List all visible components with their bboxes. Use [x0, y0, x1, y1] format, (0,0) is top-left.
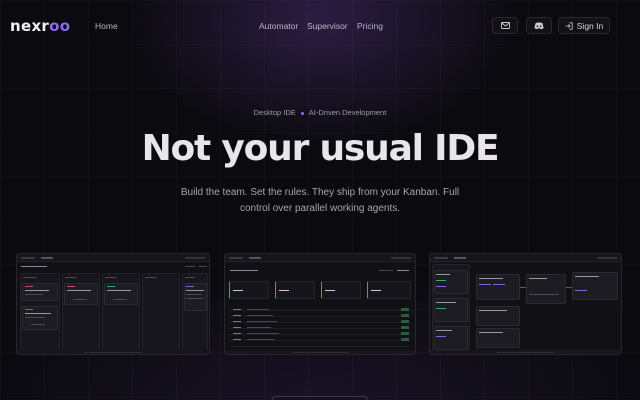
nav-link-home[interactable]: Home: [95, 21, 118, 31]
live-monitor-screenshot: [224, 253, 416, 355]
top-navigation: nexroo Home Automator Supervisor Pricing…: [0, 8, 640, 44]
flow-node: [476, 328, 520, 348]
sign-in-button[interactable]: Sign In: [558, 17, 610, 34]
logo-text: nexr: [10, 17, 50, 35]
discord-icon: [534, 22, 544, 29]
badge-ai-driven: AI-Driven Development: [308, 108, 387, 117]
nav-link-supervisor[interactable]: Supervisor: [307, 21, 348, 31]
task-card: [184, 283, 207, 311]
window-titlebar: [225, 254, 415, 262]
window-titlebar: [430, 254, 621, 262]
mail-button[interactable]: [492, 17, 518, 34]
kanban-column: [142, 273, 180, 351]
supervisor-screenshot: [429, 253, 622, 355]
cta-button-partial[interactable]: [272, 396, 368, 400]
hero-title: Not your usual IDE: [141, 128, 500, 169]
nav-link-automator[interactable]: Automator: [259, 21, 298, 31]
sign-in-icon: [565, 21, 573, 30]
badge-dot-icon: [300, 111, 304, 115]
nav-link-pricing[interactable]: Pricing: [357, 21, 383, 31]
hero-badge: Desktop IDE AI-Driven Development: [0, 108, 640, 117]
logo-accent: oo: [49, 17, 71, 35]
window-titlebar: [17, 254, 209, 262]
badge-desktop-ide: Desktop IDE: [253, 108, 296, 117]
mail-icon: [500, 22, 510, 29]
logo[interactable]: nexroo: [10, 17, 70, 35]
kanban-screenshot: [16, 253, 210, 355]
hero-subtitle: Build the team. Set the rules. They ship…: [180, 187, 460, 214]
sign-in-label: Sign In: [576, 20, 604, 31]
discord-button[interactable]: [526, 17, 552, 34]
flow-node: [476, 306, 520, 326]
